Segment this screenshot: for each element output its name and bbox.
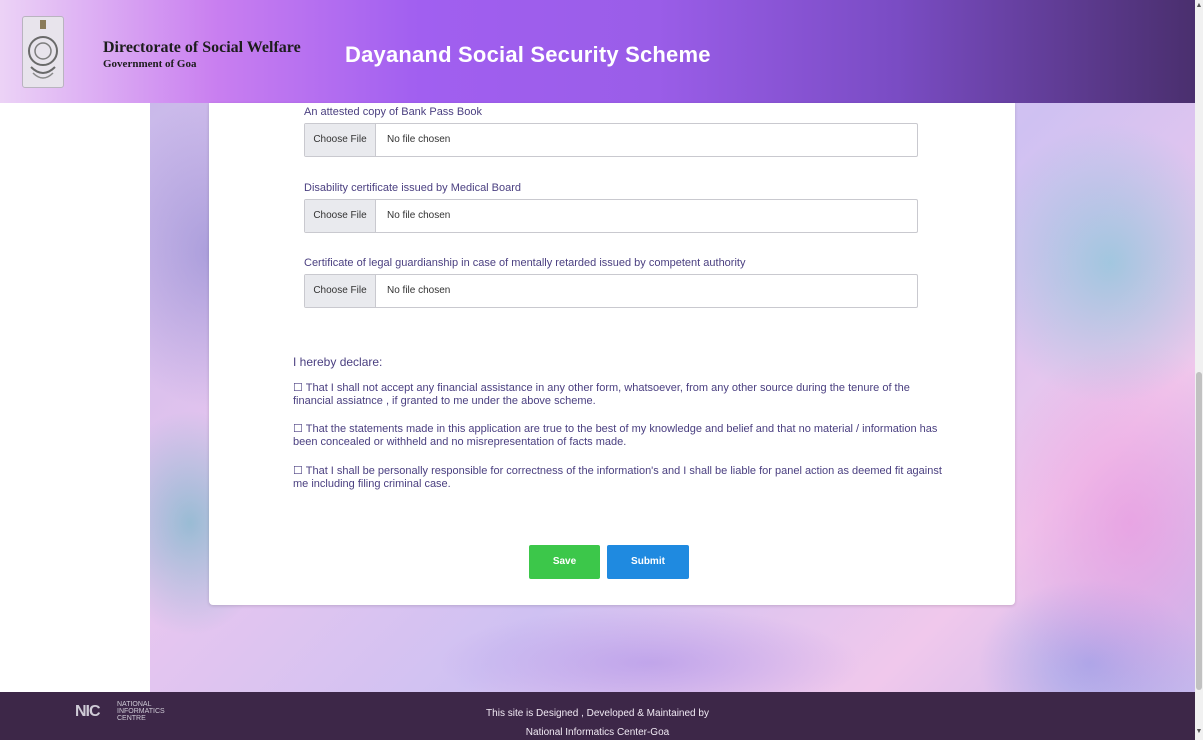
bank-passbook-file-input[interactable]: Choose File No file chosen	[304, 123, 918, 157]
org-subtitle: Government of Goa	[103, 58, 197, 70]
declaration-text-2: That the statements made in this applica…	[293, 423, 938, 448]
footer-credit-line-1: This site is Designed , Developed & Main…	[486, 708, 709, 719]
declaration-heading: I hereby declare:	[293, 355, 383, 369]
guardianship-certificate-file-input[interactable]: Choose File No file chosen	[304, 274, 918, 308]
scroll-down-arrow-icon[interactable]: ▼	[1195, 728, 1203, 735]
bank-passbook-label: An attested copy of Bank Pass Book	[304, 106, 482, 118]
goa-government-emblem-logo	[22, 16, 64, 88]
file-status-text: No file chosen	[387, 285, 451, 296]
declaration-item-3: ☐ That I shall be personally responsible…	[293, 465, 943, 491]
scrollbar-thumb[interactable]	[1196, 372, 1202, 690]
site-header: Directorate of Social Welfare Government…	[0, 0, 1195, 103]
choose-file-button[interactable]: Choose File	[305, 124, 376, 156]
org-title: Directorate of Social Welfare	[103, 39, 301, 56]
guardianship-certificate-label: Certificate of legal guardianship in cas…	[304, 257, 746, 269]
save-button[interactable]: Save	[529, 545, 600, 579]
file-status-text: No file chosen	[387, 134, 451, 145]
scroll-up-arrow-icon[interactable]: ▲	[1195, 2, 1203, 9]
disability-certificate-file-input[interactable]: Choose File No file chosen	[304, 199, 918, 233]
choose-file-button[interactable]: Choose File	[305, 200, 376, 232]
page-scrollbar[interactable]: ▲ ▼	[1195, 0, 1203, 740]
declaration-checkbox-2[interactable]: ☐	[293, 423, 303, 435]
choose-file-button[interactable]: Choose File	[305, 275, 376, 307]
declaration-checkbox-3[interactable]: ☐	[293, 465, 303, 477]
declaration-checkbox-1[interactable]: ☐	[293, 382, 303, 394]
file-status-text: No file chosen	[387, 210, 451, 221]
submit-button[interactable]: Submit	[607, 545, 689, 579]
declaration-text-3: That I shall be personally responsible f…	[293, 465, 942, 490]
disability-certificate-label: Disability certificate issued by Medical…	[304, 182, 522, 194]
site-footer: NIC NATIONAL INFORMATICS CENTRE This sit…	[0, 692, 1195, 740]
declaration-item-2: ☐ That the statements made in this appli…	[293, 423, 943, 449]
declaration-item-1: ☐ That I shall not accept any financial …	[293, 382, 943, 408]
nic-text-line-1: NATIONAL	[117, 701, 152, 708]
footer-credit-line-2: National Informatics Center-Goa	[525, 727, 670, 738]
application-form-card: An attested copy of Bank Pass Book Choos…	[209, 103, 1015, 605]
left-margin	[0, 103, 150, 692]
declaration-text-1: That I shall not accept any financial as…	[293, 382, 910, 407]
scheme-title: Dayanand Social Security Scheme	[345, 42, 711, 67]
